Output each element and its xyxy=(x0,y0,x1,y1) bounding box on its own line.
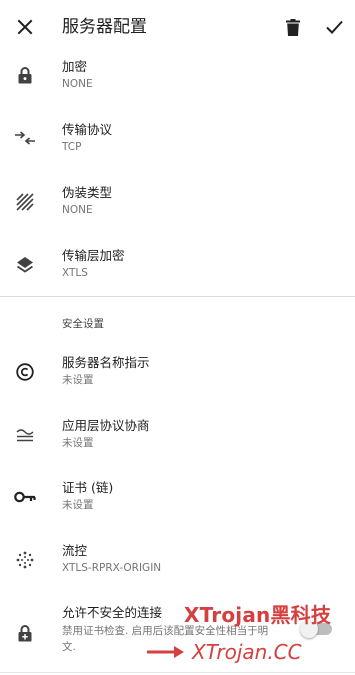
setting-title: 服务器名称指示 xyxy=(62,355,150,370)
close-icon xyxy=(17,19,33,35)
setting-title: 传输层加密 xyxy=(62,248,125,263)
setting-title: 允许不安全的连接 xyxy=(62,605,163,620)
setting-value: TCP xyxy=(62,141,82,153)
watermark-url-text: XTrojan.CC xyxy=(192,640,302,664)
section-header: 安全设置 xyxy=(62,318,104,330)
hatch-icon xyxy=(12,189,38,215)
key-icon xyxy=(12,484,38,510)
setting-transport-layer-encryption[interactable]: 传输层加密 XTLS xyxy=(0,238,355,296)
page-title: 服务器配置 xyxy=(62,17,147,37)
setting-description: 文. xyxy=(62,641,76,653)
app-bar: 服务器配置 xyxy=(0,0,355,54)
setting-flow-control[interactable]: 流控 XTLS-RPRX-ORIGIN xyxy=(0,532,355,594)
setting-alpn[interactable]: 应用层协议协商 未设置 xyxy=(0,408,355,470)
trash-icon xyxy=(286,18,300,36)
bottom-divider xyxy=(0,672,355,673)
copyright-icon xyxy=(12,359,38,385)
setting-title: 传输协议 xyxy=(62,122,113,137)
arrow-right-icon xyxy=(146,643,186,661)
close-button[interactable] xyxy=(10,12,40,42)
flow-dots-icon xyxy=(12,547,38,573)
setting-value: 未设置 xyxy=(62,374,94,386)
setting-value: XTLS-RPRX-ORIGIN xyxy=(62,562,162,574)
setting-value: XTLS xyxy=(62,267,88,279)
setting-title: 伪装类型 xyxy=(62,185,113,200)
setting-sni[interactable]: 服务器名称指示 未设置 xyxy=(0,346,355,408)
setting-value: 未设置 xyxy=(62,437,94,449)
setting-value: NONE xyxy=(62,204,93,216)
setting-title: 应用层协议协商 xyxy=(62,418,150,433)
setting-value: 未设置 xyxy=(62,499,94,511)
section-divider xyxy=(0,296,355,297)
check-icon xyxy=(325,20,343,34)
setting-transport-protocol[interactable]: 传输协议 TCP xyxy=(0,114,355,176)
layers-icon xyxy=(12,252,38,278)
setting-title: 证书 (链) xyxy=(62,480,114,495)
lock-plus-icon xyxy=(12,620,38,646)
confirm-button[interactable] xyxy=(320,12,348,42)
delete-button[interactable] xyxy=(279,12,307,42)
watermark-url: XTrojan.CC xyxy=(146,640,302,664)
watermark-title: XTrojan黑科技 xyxy=(184,603,332,627)
lock-icon xyxy=(12,62,38,88)
transfer-arrows-icon xyxy=(12,125,38,151)
setting-title: 流控 xyxy=(62,543,88,558)
setting-value: NONE xyxy=(62,78,93,90)
setting-certificate-chain[interactable]: 证书 (链) 未设置 xyxy=(0,470,355,532)
approx-equal-icon xyxy=(12,422,38,448)
setting-camouflage-type[interactable]: 伪装类型 NONE xyxy=(0,176,355,238)
setting-encryption[interactable]: 加密 NONE xyxy=(0,54,355,114)
setting-title: 加密 xyxy=(62,59,88,74)
